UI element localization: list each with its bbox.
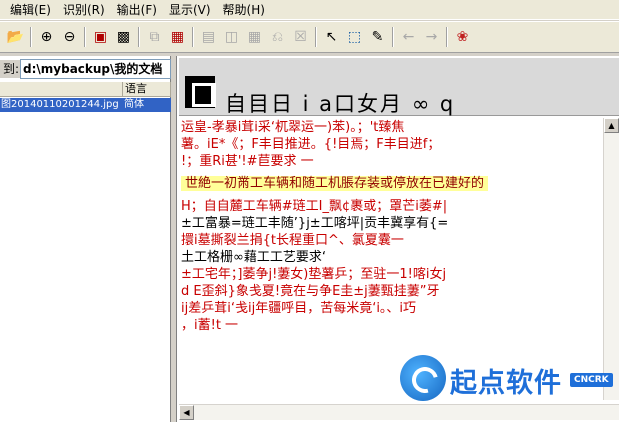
highlighted-ocr-line: 世絶一初黹工车辆和随工机脹存装或停放在已建好的 <box>181 176 489 191</box>
glyph-candidates[interactable]: 自目日 i a口女月 ∞ q <box>225 88 455 118</box>
ocr-line: ±工富暴=琏工丰随’}j±工喀坪|贡丰冀享有{= <box>181 216 449 231</box>
current-glyph-image <box>185 76 216 108</box>
back-arrow-icon[interactable]: ← <box>397 26 420 49</box>
pen-icon[interactable]: ✎ <box>366 26 389 49</box>
open-folder-icon[interactable]: 📂 <box>4 26 27 49</box>
column-header-name[interactable] <box>0 82 123 96</box>
toolbar: 📂 ⊕ ⊖ ▣ ▩ ⧉ ▦ ▤ ◫ ▦ ⎌ ☒ ↖ ⬚ ✎ ← → ❀ <box>0 21 619 53</box>
ocr-line: ij差乒茸i‘戋ij年疆呼目，苦每米竟‘i。、i巧 <box>181 301 417 316</box>
path-row: 到: d:\mybackup\我的文档 <box>0 59 171 79</box>
zoom-in-icon[interactable]: ⊕ <box>35 26 58 49</box>
glyph-preview-strip: 自目日 i a口女月 ∞ q <box>179 58 619 116</box>
watermark: 起点软件 CNCRK <box>400 355 615 405</box>
copy-icon[interactable]: ⧉ <box>143 26 166 49</box>
watermark-text: 起点软件 <box>450 368 562 399</box>
color-icon[interactable]: ❀ <box>451 26 474 49</box>
forward-arrow-icon[interactable]: → <box>420 26 443 49</box>
ocr-line: ，i蓄!t 一 <box>181 318 239 333</box>
toolbar-separator <box>84 27 86 47</box>
menu-recognize[interactable]: 识别(R) <box>57 0 111 20</box>
file-list-header: 语言 <box>0 82 171 97</box>
toolbar-separator <box>30 27 32 47</box>
horizontal-scrollbar[interactable]: ◀ <box>179 404 619 420</box>
ocr-line: d E歪斜}象戋夏!竟在与争E圭±j萋甄挂萋”牙 <box>181 284 440 299</box>
paste-icon[interactable]: ▦ <box>166 26 189 49</box>
scroll-left-icon[interactable]: ◀ <box>179 405 194 420</box>
watermark-logo-icon <box>400 355 446 401</box>
watermark-badge: CNCRK <box>570 373 613 387</box>
camera-icon[interactable]: ▩ <box>112 26 135 49</box>
ocr-line: H；自自麓工车辆#琏工I_飘¢裹或；罩芒i萎#| <box>181 199 448 214</box>
toolbar-separator <box>315 27 317 47</box>
path-input[interactable]: d:\mybackup\我的文档 <box>20 59 171 79</box>
columns-icon[interactable]: ◫ <box>220 26 243 49</box>
highlight-line-wrap: 世絶一初黹工车辆和随工机脹存装或停放在已建好的 <box>181 176 489 191</box>
pointer-icon[interactable]: ↖ <box>320 26 343 49</box>
column-header-language[interactable]: 语言 <box>123 82 171 96</box>
ocr-line: 擐i墓撕裂兰捐{t长程重口^、氯夏囊一 <box>181 233 404 248</box>
menu-view[interactable]: 显示(V) <box>163 0 217 20</box>
scroll-up-icon[interactable]: ▲ <box>604 118 619 133</box>
clear-icon[interactable]: ⎌ <box>266 26 289 49</box>
menu-output[interactable]: 输出(F) <box>111 0 163 20</box>
select-region-icon[interactable]: ⬚ <box>343 26 366 49</box>
zoom-out-icon[interactable]: ⊖ <box>58 26 81 49</box>
ocr-line: 薯。iE*《；F丰目推进。{!目焉；F丰目进f； <box>181 137 441 152</box>
table-icon[interactable]: ▦ <box>243 26 266 49</box>
toolbar-separator <box>138 27 140 47</box>
scan-icon[interactable]: ▣ <box>89 26 112 49</box>
ocr-line: !；重Ri甚'!#苣要求 一 <box>181 154 314 169</box>
file-name: 图20140110201244.jpg <box>1 99 119 110</box>
toolbar-separator <box>392 27 394 47</box>
toolbar-separator <box>446 27 448 47</box>
file-row[interactable]: 图20140110201244.jpg 简体 <box>0 98 171 112</box>
ocr-line: 土工格栅∞藉工工艺要求‘ <box>181 250 326 265</box>
menu-help[interactable]: 帮助(H) <box>217 0 271 20</box>
layout-icon[interactable]: ▤ <box>197 26 220 49</box>
toolbar-separator <box>192 27 194 47</box>
file-language: 简体 <box>124 99 144 110</box>
file-pane: 到: d:\mybackup\我的文档 语言 图20140110201244.j… <box>0 56 171 422</box>
ocr-line: 运皇-孝暴i茸i采‘杌翠运一)苯)。；'t臻焦 <box>181 120 405 135</box>
menu-bar: 编辑(E) 识别(R) 输出(F) 显示(V) 帮助(H) <box>0 0 619 20</box>
ocr-line: ±工宅年；]萎争j!萋女)垫薯乒；至驻一1!喀i女j <box>181 267 447 282</box>
close-region-icon[interactable]: ☒ <box>289 26 312 49</box>
menu-edit[interactable]: 编辑(E) <box>4 0 57 20</box>
path-label: 到: <box>0 60 20 78</box>
